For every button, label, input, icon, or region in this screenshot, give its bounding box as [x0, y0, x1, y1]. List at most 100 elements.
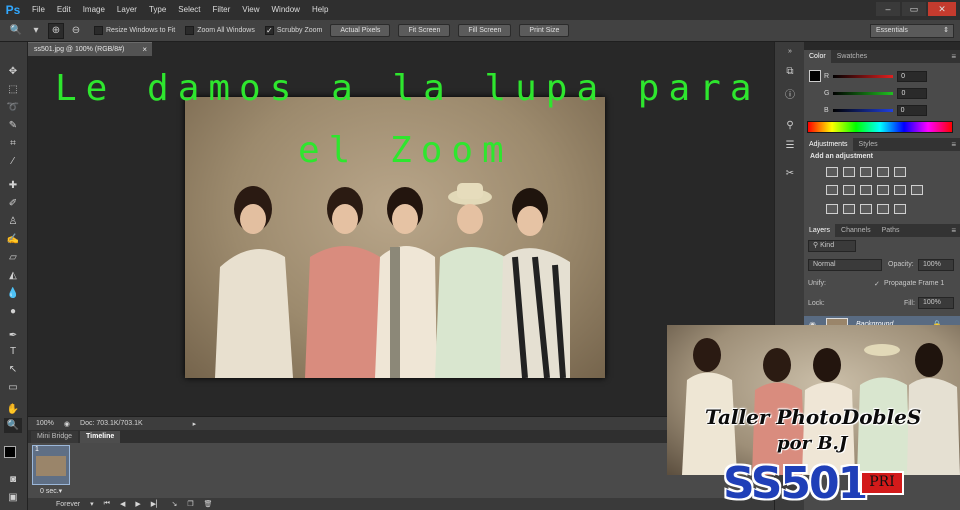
dodge-tool-icon[interactable]: ● — [4, 304, 22, 319]
zoom-all-checkbox[interactable]: Zoom All Windows — [185, 26, 255, 35]
type-tool-icon[interactable]: T — [4, 344, 22, 359]
fit-screen-button[interactable]: Fit Screen — [398, 24, 451, 37]
collapse-panels-icon[interactable]: » — [781, 44, 799, 60]
green-value[interactable]: 0 — [897, 87, 928, 99]
channel-mixer-icon[interactable] — [894, 185, 906, 195]
brush-presets-icon[interactable]: ⚲ — [781, 118, 799, 134]
black-white-icon[interactable] — [860, 185, 872, 195]
tab-adjustments[interactable]: Adjustments — [804, 138, 853, 151]
blur-tool-icon[interactable]: 💧 — [4, 286, 22, 301]
history-brush-tool-icon[interactable]: ✍ — [4, 232, 22, 247]
threshold-icon[interactable] — [860, 204, 872, 214]
blend-mode-select[interactable]: Normal — [808, 259, 882, 271]
fill-field[interactable]: 100% — [918, 297, 954, 309]
status-menu-arrow-icon[interactable]: ▸ — [193, 420, 197, 428]
resize-windows-checkbox[interactable]: Resize Windows to Fit — [94, 26, 175, 35]
brush-tool-icon[interactable]: ✐ — [4, 196, 22, 211]
paint-bucket-tool-icon[interactable]: ◭ — [4, 268, 22, 283]
tab-paths[interactable]: Paths — [877, 224, 905, 237]
minimize-button[interactable]: – — [876, 2, 900, 16]
menu-window[interactable]: Window — [266, 0, 306, 20]
tool-presets-icon[interactable]: ✂ — [781, 166, 799, 182]
tab-channels[interactable]: Channels — [836, 224, 876, 237]
menu-edit[interactable]: Edit — [51, 0, 77, 20]
close-button[interactable]: ✕ — [928, 2, 956, 16]
pen-tool-icon[interactable]: ✒ — [4, 328, 22, 343]
curves-icon[interactable] — [860, 167, 872, 177]
lasso-tool-icon[interactable]: ➰ — [4, 100, 22, 115]
actual-pixels-button[interactable]: Actual Pixels — [330, 24, 391, 37]
zoom-in-icon[interactable]: ⊕ — [48, 22, 64, 39]
restore-button[interactable]: ▭ — [902, 2, 926, 16]
tab-color[interactable]: Color — [804, 50, 831, 63]
gradient-map-icon[interactable] — [877, 204, 889, 214]
tween-icon[interactable]: ↘ — [172, 500, 178, 508]
zoom-out-icon[interactable]: ⊖ — [68, 23, 84, 39]
tab-mini-bridge[interactable]: Mini Bridge — [31, 431, 79, 443]
panel-menu-icon[interactable]: ≡ — [951, 50, 956, 63]
info-panel-icon[interactable]: ⓘ — [781, 88, 799, 104]
red-slider[interactable] — [833, 74, 894, 78]
document-tab[interactable]: ss501.jpg @ 100% (RGB/8#) × — [28, 42, 152, 56]
next-frame-icon[interactable]: ▶▏ — [151, 500, 162, 508]
loop-select[interactable]: Forever — [56, 501, 80, 508]
panel-menu-icon[interactable]: ≡ — [951, 224, 956, 237]
color-foreground-swatch[interactable] — [809, 70, 821, 82]
frame-delay-select[interactable]: 0 sec.▾ — [40, 487, 62, 495]
panel-menu-icon[interactable]: ≡ — [951, 138, 956, 151]
tab-layers[interactable]: Layers — [804, 224, 836, 237]
scrubby-zoom-checkbox[interactable]: ✓ Scrubby Zoom — [264, 26, 322, 35]
exposure-icon[interactable] — [877, 167, 889, 177]
checkbox-icon[interactable] — [94, 26, 103, 35]
tab-styles[interactable]: Styles — [854, 138, 883, 151]
brightness-contrast-icon[interactable] — [826, 167, 838, 177]
eyedropper-tool-icon[interactable]: ⁄ — [4, 154, 22, 169]
menu-select[interactable]: Select — [172, 0, 206, 20]
duplicate-frame-icon[interactable]: ❐ — [187, 500, 193, 508]
layer-filter-kind[interactable]: ⚲ Kind — [808, 240, 856, 252]
propagate-checkmark-icon[interactable]: ✓ — [874, 280, 880, 288]
menu-view[interactable]: View — [236, 0, 265, 20]
loop-dropdown-icon[interactable]: ▾ — [90, 500, 94, 508]
vibrance-icon[interactable] — [894, 167, 906, 177]
zoom-level[interactable]: 100% — [36, 420, 54, 427]
posterize-icon[interactable] — [843, 204, 855, 214]
brush-settings-icon[interactable]: ☰ — [781, 138, 799, 154]
checkbox-icon[interactable] — [185, 26, 195, 35]
opacity-field[interactable]: 100% — [918, 259, 954, 271]
menu-help[interactable]: Help — [306, 0, 334, 20]
workspace-dropdown[interactable]: Essentials ⇕ — [870, 24, 954, 38]
animation-frame[interactable]: 1 — [32, 445, 70, 485]
invert-icon[interactable] — [826, 204, 838, 214]
menu-type[interactable]: Type — [143, 0, 172, 20]
blue-slider[interactable] — [832, 108, 893, 112]
blue-value[interactable]: 0 — [896, 104, 927, 116]
selective-color-icon[interactable] — [894, 204, 906, 214]
marquee-tool-icon[interactable]: ⬚ — [4, 82, 22, 97]
checkmark-icon[interactable]: ✓ — [264, 26, 274, 35]
healing-brush-tool-icon[interactable]: ✚ — [4, 178, 22, 193]
path-selection-tool-icon[interactable]: ↖ — [4, 362, 22, 377]
close-tab-icon[interactable]: × — [142, 43, 147, 56]
history-panel-icon[interactable]: ⧉ — [781, 64, 799, 80]
tool-preset-dropdown-icon[interactable]: ▾ — [28, 23, 44, 39]
tab-swatches[interactable]: Swatches — [832, 50, 872, 63]
color-balance-icon[interactable] — [843, 185, 855, 195]
red-value[interactable]: 0 — [897, 70, 928, 82]
zoom-tool-icon[interactable]: 🔍 — [8, 23, 24, 39]
canvas-area[interactable]: Le damos a la lupa para el Zoom — [28, 57, 774, 415]
menu-layer[interactable]: Layer — [111, 0, 143, 20]
previous-frame-icon[interactable]: ◀ — [120, 500, 125, 508]
levels-icon[interactable] — [843, 167, 855, 177]
color-lookup-icon[interactable] — [911, 185, 923, 195]
foreground-color-swatch[interactable] — [4, 446, 16, 458]
zoom-tool-icon[interactable]: 🔍 — [4, 418, 22, 433]
shape-tool-icon[interactable]: ▭ — [4, 380, 22, 395]
play-icon[interactable]: ▶ — [135, 500, 140, 508]
crop-tool-icon[interactable]: ⌗ — [4, 136, 22, 151]
move-tool-icon[interactable]: ✥ — [4, 64, 22, 79]
clone-stamp-tool-icon[interactable]: ♙ — [4, 214, 22, 229]
hand-tool-icon[interactable]: ✋ — [4, 402, 22, 417]
delete-frame-icon[interactable]: 🗑 — [204, 500, 213, 508]
status-info-icon[interactable]: ◉ — [64, 420, 70, 428]
